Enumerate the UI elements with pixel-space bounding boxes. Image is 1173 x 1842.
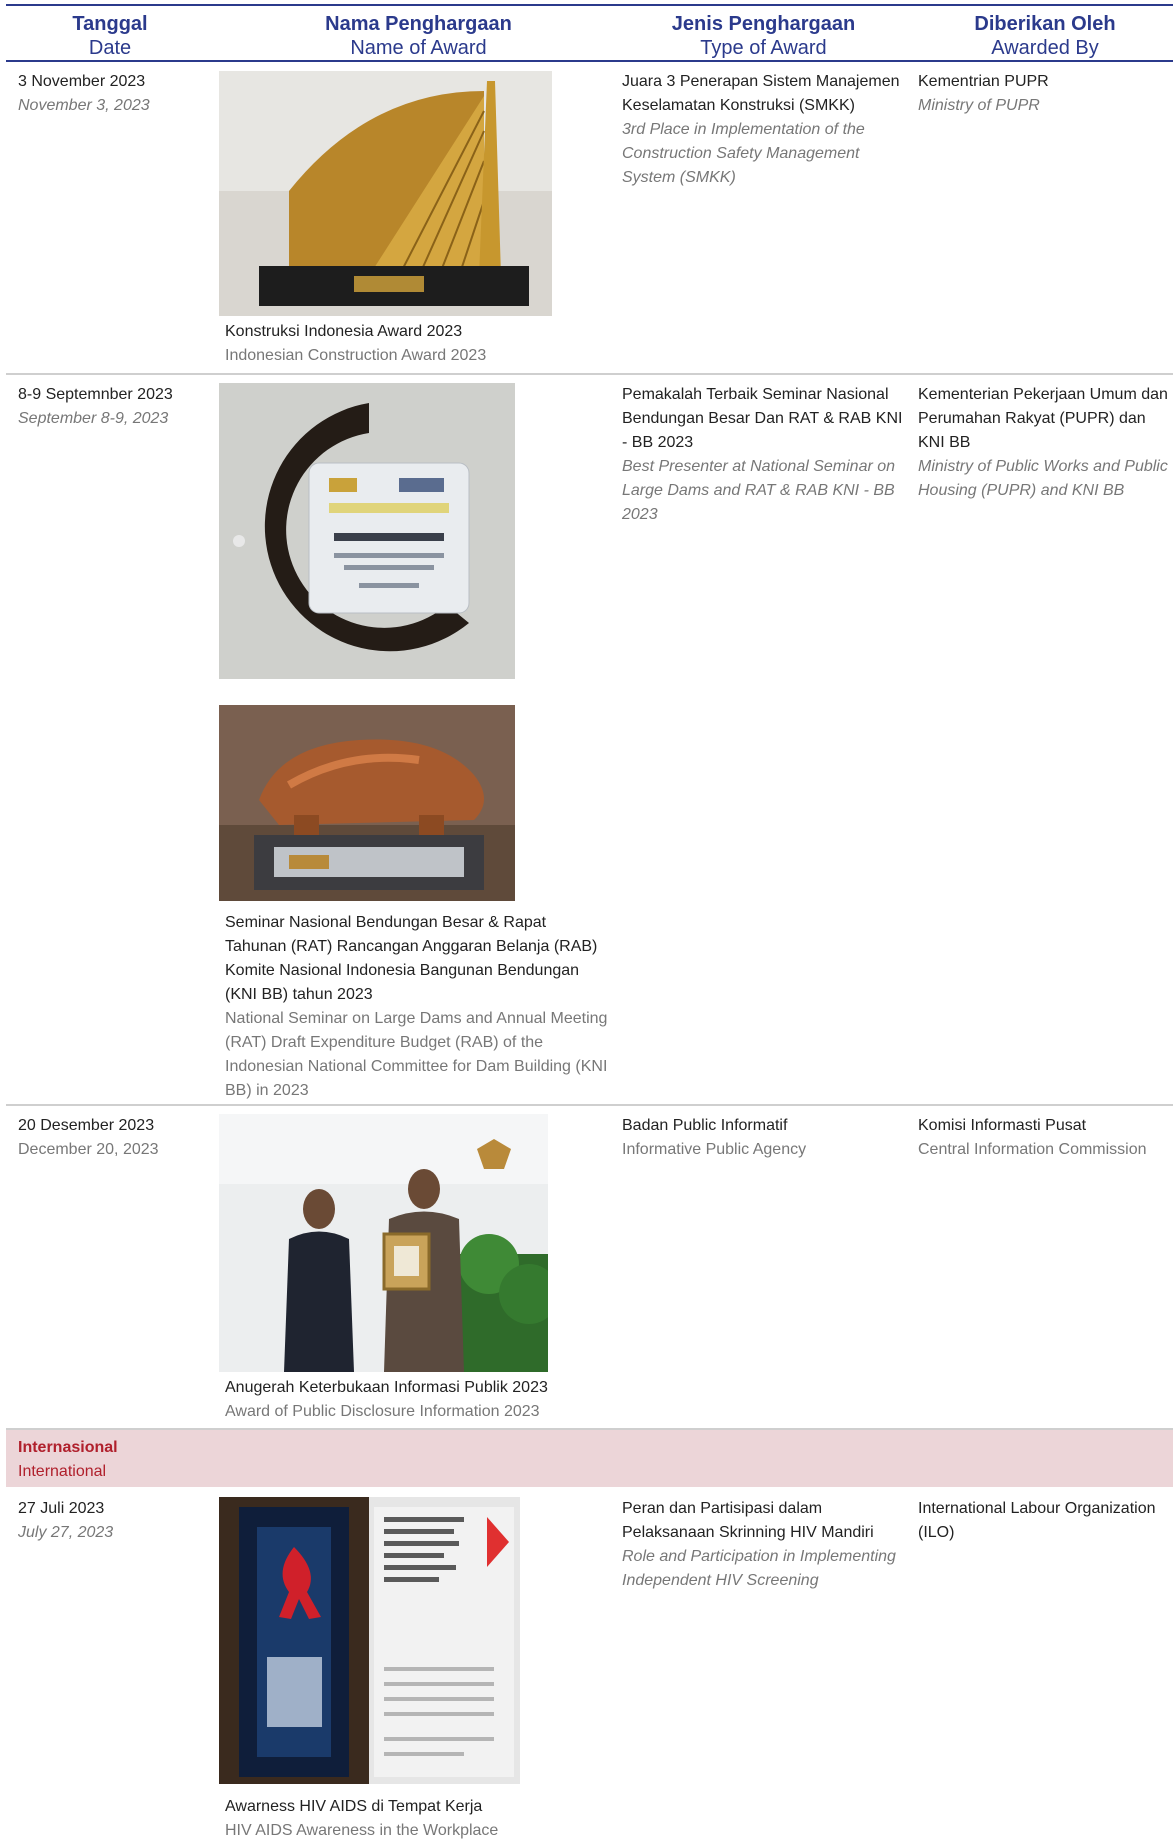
type-en: 3rd Place in Implementation of the Const… — [622, 121, 865, 186]
row-by: Komisi Informasti Pusat Central Informat… — [918, 1114, 1173, 1162]
row-type: Juara 3 Penerapan Sistem Manajemen Kesel… — [622, 70, 907, 190]
trophy-photo-bronze-sculpture — [219, 705, 515, 901]
header-date: Tanggal Date — [6, 12, 214, 60]
name-id: Konstruksi Indonesia Award 2023 — [225, 323, 463, 340]
by-id: Komisi Informasti Pusat — [918, 1117, 1087, 1134]
table-row: 20 Desember 2023 December 20, 2023 Badan… — [6, 1114, 1173, 1424]
by-id: Kementerian Pekerjaan Umum dan Perumahan… — [918, 386, 1168, 451]
type-en: Role and Participation in Implementing I… — [622, 1548, 896, 1589]
header-type-en: Type of Award — [700, 37, 827, 59]
header-name-id: Nama Penghargaan — [325, 13, 512, 35]
plaque-photo-best-presenter — [219, 383, 515, 679]
date-id: 3 November 2023 — [18, 73, 146, 90]
section-header-international: Internasional International — [6, 1430, 1173, 1487]
header-by-en: Awarded By — [991, 37, 1099, 59]
header-by: Diberikan Oleh Awarded By — [911, 12, 1173, 60]
header-date-en: Date — [88, 37, 132, 59]
header-by-id: Diberikan Oleh — [974, 13, 1116, 35]
header-type: Jenis Penghargaan Type of Award — [616, 12, 911, 60]
row-by: Kementerian Pekerjaan Umum dan Perumahan… — [918, 383, 1173, 503]
row-divider — [6, 373, 1173, 375]
date-en: November 3, 2023 — [18, 97, 150, 114]
by-id: Kementrian PUPR — [918, 73, 1049, 90]
section-title-en: International — [18, 1463, 107, 1480]
type-en: Informative Public Agency — [622, 1141, 807, 1158]
type-id: Peran dan Partisipasi dalam Pelaksanaan … — [622, 1500, 874, 1541]
name-id: Anugerah Keterbukaan Informasi Publik 20… — [225, 1379, 548, 1396]
by-en: Ministry of PUPR — [918, 97, 1040, 114]
table-row: 27 Juli 2023 July 27, 2023 Peran dan Par… — [6, 1497, 1173, 1842]
row-date: 3 November 2023 November 3, 2023 — [18, 70, 208, 118]
name-en: Award of Public Disclosure Information 2… — [225, 1403, 540, 1420]
name-id: Awarness HIV AIDS di Tempat Kerja — [225, 1798, 483, 1815]
row-name: Awarness HIV AIDS di Tempat Kerja HIV AI… — [225, 1795, 610, 1842]
row-type: Badan Public Informatif Informative Publ… — [622, 1114, 907, 1162]
header-date-id: Tanggal — [72, 13, 148, 35]
header-name: Nama Penghargaan Name of Award — [221, 12, 616, 60]
row-date: 20 Desember 2023 December 20, 2023 — [18, 1114, 208, 1162]
type-id: Pemakalah Terbaik Seminar Nasional Bendu… — [622, 386, 903, 451]
row-name: Anugerah Keterbukaan Informasi Publik 20… — [225, 1376, 610, 1424]
table-row: 8-9 Septemnber 2023 September 8-9, 2023 … — [6, 383, 1173, 1103]
type-id: Badan Public Informatif — [622, 1117, 788, 1134]
row-name: Konstruksi Indonesia Award 2023 Indonesi… — [225, 320, 610, 368]
by-id: International Labour Organization (ILO) — [918, 1500, 1156, 1541]
table-row: 3 November 2023 November 3, 2023 Juara 3… — [6, 70, 1173, 370]
date-id: 8-9 Septemnber 2023 — [18, 386, 173, 403]
row-divider — [6, 1104, 1173, 1106]
row-date: 27 Juli 2023 July 27, 2023 — [18, 1497, 208, 1545]
section-title-id: Internasional — [18, 1439, 118, 1456]
name-en: HIV AIDS Awareness in the Workplace — [225, 1822, 499, 1839]
table-header: Tanggal Date Nama Penghargaan Name of Aw… — [6, 4, 1173, 62]
header-type-id: Jenis Penghargaan — [671, 13, 856, 35]
row-by: International Labour Organization (ILO) — [918, 1497, 1173, 1545]
date-en: September 8-9, 2023 — [18, 410, 169, 427]
name-en: Indonesian Construction Award 2023 — [225, 347, 487, 364]
header-name-en: Name of Award — [350, 37, 487, 59]
photo-award-ceremony — [219, 1114, 548, 1372]
row-type: Pemakalah Terbaik Seminar Nasional Bendu… — [622, 383, 907, 527]
type-id: Juara 3 Penerapan Sistem Manajemen Kesel… — [622, 73, 900, 114]
date-en: July 27, 2023 — [18, 1524, 114, 1541]
row-by: Kementrian PUPR Ministry of PUPR — [918, 70, 1173, 118]
by-en: Ministry of Public Works and Public Hous… — [918, 458, 1168, 499]
row-name: Seminar Nasional Bendungan Besar & Rapat… — [225, 911, 610, 1103]
type-en: Best Presenter at National Seminar on La… — [622, 458, 896, 523]
by-en: Central Information Commission — [918, 1141, 1147, 1158]
row-date: 8-9 Septemnber 2023 September 8-9, 2023 — [18, 383, 208, 431]
name-en: National Seminar on Large Dams and Annua… — [225, 1010, 608, 1099]
awards-table: Tanggal Date Nama Penghargaan Name of Aw… — [0, 0, 1173, 1842]
photo-hiv-awareness-award — [219, 1497, 520, 1784]
name-id: Seminar Nasional Bendungan Besar & Rapat… — [225, 914, 598, 1003]
date-id: 20 Desember 2023 — [18, 1117, 155, 1134]
row-type: Peran dan Partisipasi dalam Pelaksanaan … — [622, 1497, 907, 1593]
trophy-photo-construction-award — [219, 71, 552, 316]
date-en: December 20, 2023 — [18, 1141, 159, 1158]
date-id: 27 Juli 2023 — [18, 1500, 105, 1517]
